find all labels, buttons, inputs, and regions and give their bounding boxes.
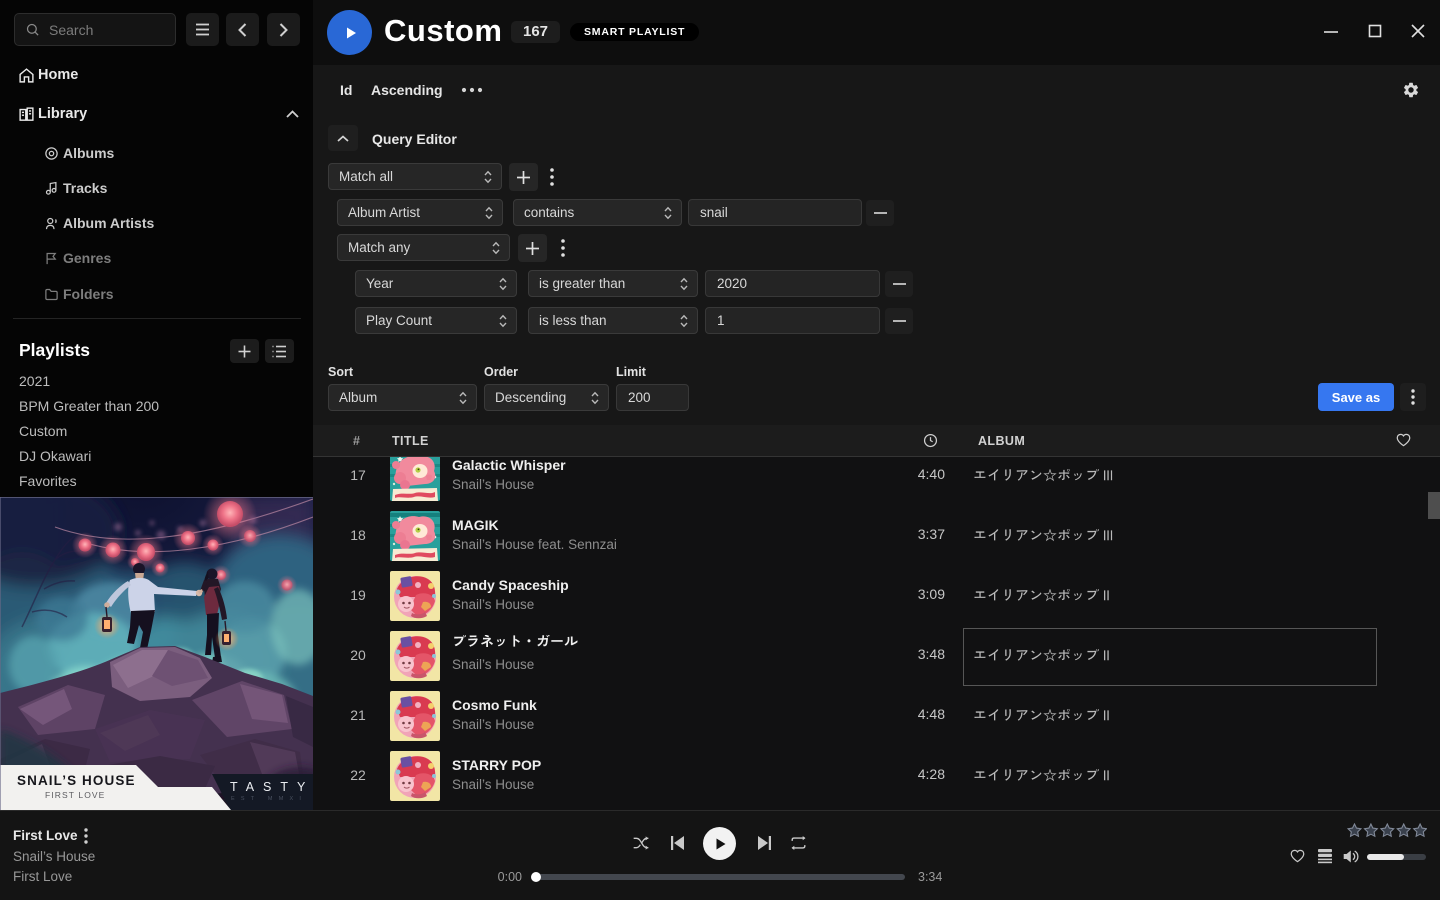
svg-text:FIRST LOVE: FIRST LOVE — [45, 790, 105, 800]
svg-text:TASTY: TASTY — [230, 780, 313, 794]
svg-text:SNAIL’S HOUSE: SNAIL’S HOUSE — [17, 773, 136, 788]
svg-text:EST MMXI: EST MMXI — [231, 796, 307, 802]
